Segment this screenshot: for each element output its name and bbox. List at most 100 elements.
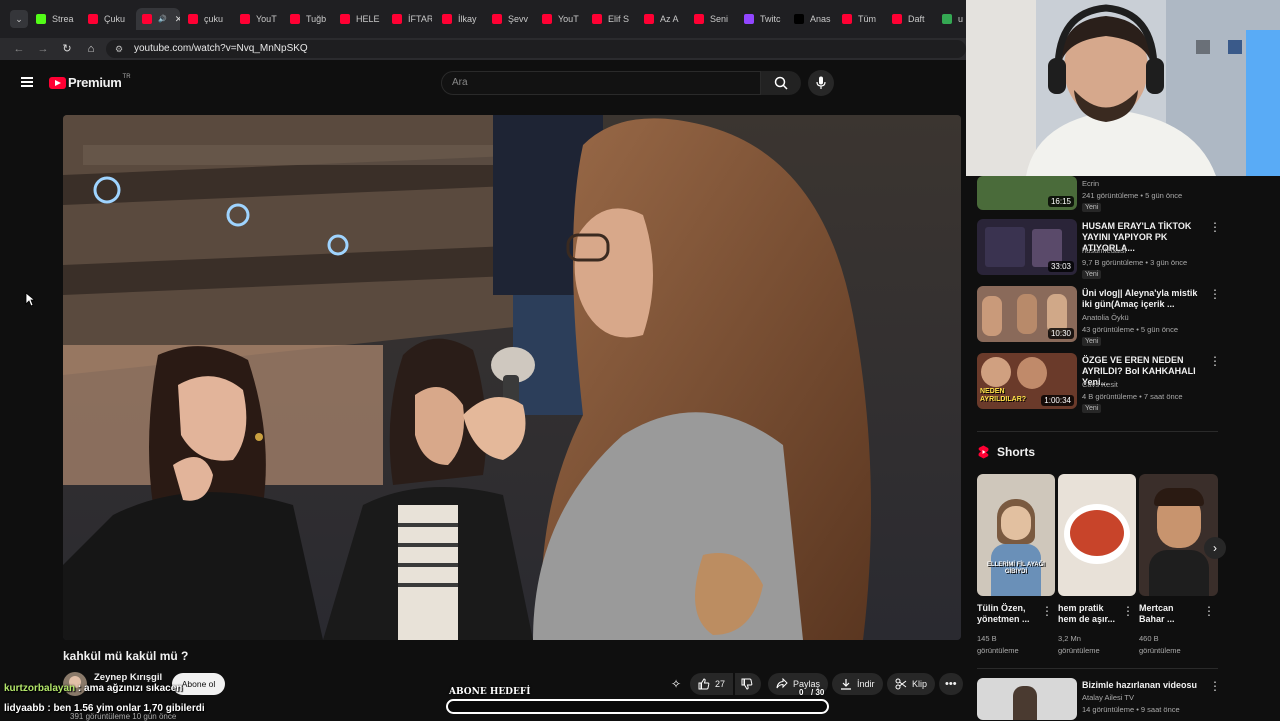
search-icon	[774, 76, 788, 90]
home-button[interactable]: ⌂	[82, 40, 100, 58]
voice-search-button[interactable]	[808, 70, 834, 96]
clip-label: Klip	[912, 679, 928, 689]
browser-tab[interactable]: Şevv	[492, 8, 532, 30]
short-thumbnail[interactable]	[1139, 474, 1218, 596]
browser-tab[interactable]: 🔊 ✕	[136, 8, 180, 30]
video-player[interactable]	[63, 115, 961, 640]
menu-icon[interactable]	[21, 77, 33, 87]
video-title: Üni vlog|| Aleyna'yla mistik iki gün(Ama…	[1082, 288, 1198, 309]
shorts-icon	[978, 445, 989, 459]
shorts-title: Shorts	[997, 445, 1036, 459]
chat-username: kurtzorbalayan	[4, 683, 76, 694]
tab-label: Twitc	[760, 14, 781, 24]
channel-name[interactable]: Zeynep Kırışgil	[94, 672, 162, 683]
browser-tab[interactable]: Daft	[892, 8, 932, 30]
dislike-button[interactable]	[735, 673, 761, 695]
browser-tab[interactable]: YouT	[240, 8, 280, 30]
close-tab-icon[interactable]: ✕	[175, 14, 180, 25]
duration-badge: 16:15	[1047, 196, 1074, 207]
microphone-icon	[816, 76, 826, 89]
goal-value: 0	[799, 688, 804, 697]
url-text: youtube.com/watch?v=Nvq_MnNpSKQ	[134, 43, 308, 54]
tab-label: HELE	[356, 14, 380, 24]
tab-favicon-icon	[592, 14, 602, 24]
tab-favicon-icon	[942, 14, 952, 24]
tab-label: Tüm	[858, 14, 876, 24]
browser-tab[interactable]: çuku	[188, 8, 228, 30]
more-vertical-icon[interactable]: ⋮	[1209, 679, 1221, 693]
tab-favicon-icon	[694, 14, 704, 24]
video-channel: Anatolia Öykü	[1082, 313, 1129, 322]
browser-tab[interactable]: Tüm	[842, 8, 882, 30]
like-button[interactable]: 27	[690, 673, 734, 695]
tab-favicon-icon	[188, 14, 198, 24]
browser-tab[interactable]: YouT	[542, 8, 582, 30]
browser-tab[interactable]: Elif S	[592, 8, 632, 30]
search-input[interactable]: Ara	[441, 71, 761, 95]
thumbs-down-icon	[741, 678, 753, 690]
video-thumbnail[interactable]: NEDEN AYRILDILAR? 1:00:34	[977, 353, 1077, 409]
tab-favicon-icon	[794, 14, 804, 24]
divider	[977, 668, 1218, 669]
download-button[interactable]: İndir	[832, 673, 883, 695]
browser-tab[interactable]: Seni	[694, 8, 734, 30]
more-vertical-icon[interactable]: ⋮	[1209, 220, 1221, 234]
tab-label: Çuku	[104, 14, 126, 24]
video-thumbnail[interactable]	[977, 678, 1077, 720]
site-info-icon[interactable]: ⚙	[115, 40, 123, 58]
more-vertical-icon[interactable]: ⋮	[1209, 287, 1221, 301]
more-vertical-icon[interactable]: ⋮	[1041, 604, 1053, 618]
back-button[interactable]: ←	[10, 40, 28, 58]
forward-button[interactable]: →	[34, 40, 52, 58]
search-button[interactable]	[761, 71, 801, 95]
video-thumbnail[interactable]: 10:30	[977, 286, 1077, 342]
browser-tab[interactable]: İlkay	[442, 8, 482, 30]
url-field[interactable]: ⚙ youtube.com/watch?v=Nvq_MnNpSKQ	[106, 40, 966, 58]
browser-tab[interactable]: Az A	[644, 8, 684, 30]
browser-tab[interactable]: Çuku	[88, 8, 128, 30]
tab-favicon-icon	[842, 14, 852, 24]
short-title: Mertcan Bahar ...	[1139, 603, 1175, 624]
short-thumbnail[interactable]	[1058, 474, 1136, 596]
clip-button[interactable]: Klip	[887, 673, 936, 695]
short-thumbnail[interactable]: ELLERİMİ FİL AYAĞI GİBİYDİ	[977, 474, 1055, 596]
browser-tab[interactable]: HELE	[340, 8, 380, 30]
tab-label: Anas	[810, 14, 831, 24]
more-actions-button[interactable]: •••	[939, 673, 963, 695]
tab-label: Tuğb	[306, 14, 327, 24]
speaker-icon[interactable]: 🔊	[158, 15, 167, 23]
short-title: hem pratik hem de aşır...	[1058, 603, 1116, 624]
short-views: 460 B görüntüleme	[1139, 634, 1181, 655]
browser-tab[interactable]: Twitc	[744, 8, 784, 30]
tab-label: Daft	[908, 14, 925, 24]
chat-text: : ama ağzınızı sıkacen	[75, 683, 183, 694]
duration-badge: 33:03	[1047, 261, 1074, 272]
more-vertical-icon[interactable]: ⋮	[1122, 604, 1134, 618]
tab-favicon-icon	[442, 14, 452, 24]
video-thumbnail[interactable]: 33:03	[977, 219, 1077, 275]
more-vertical-icon[interactable]: ⋮	[1209, 354, 1221, 368]
tab-label: u	[958, 14, 964, 24]
video-channel: Cavs Kesit	[1082, 380, 1118, 389]
tab-list-button[interactable]: ⌄	[10, 10, 28, 28]
video-thumbnail[interactable]: 16:15	[977, 176, 1077, 210]
browser-tab[interactable]: Strea	[36, 8, 76, 30]
webcam-overlay	[966, 0, 1280, 176]
more-vertical-icon[interactable]: ⋮	[1203, 604, 1215, 618]
browser-tab[interactable]: Tuğb	[290, 8, 330, 30]
chat-text: : ben 1.56 yim onlar 1,70 gibilerdi	[44, 703, 205, 714]
youtube-logo[interactable]: Premium TR	[49, 74, 131, 90]
next-arrow-button[interactable]: ›	[1204, 537, 1226, 559]
video-channel: husamfedaisi	[1082, 246, 1127, 255]
browser-tab[interactable]: İFTAR	[392, 8, 432, 30]
duration-badge: 1:00:34	[1041, 395, 1074, 406]
duration-badge: 10:30	[1047, 328, 1074, 339]
reload-button[interactable]: ↻	[58, 40, 76, 58]
tab-favicon-icon	[392, 14, 402, 24]
like-count: 27	[715, 679, 726, 689]
tab-label: Şevv	[508, 14, 529, 24]
mouse-cursor-icon	[25, 292, 35, 307]
magic-icon[interactable]: ✧	[671, 677, 685, 691]
browser-tab[interactable]: Anas	[794, 8, 834, 30]
tab-label: YouT	[256, 14, 277, 24]
